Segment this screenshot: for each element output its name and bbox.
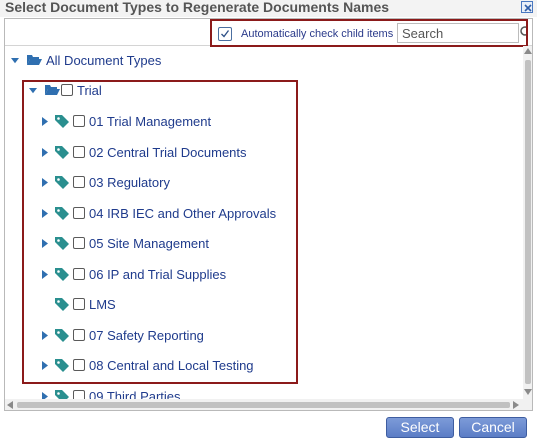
horizontal-scroll-thumb[interactable] xyxy=(17,402,510,408)
folder-open-icon xyxy=(27,55,42,65)
tree-node-checkbox[interactable] xyxy=(73,207,85,219)
tree-node-label: 06 IP and Trial Supplies xyxy=(89,267,227,282)
tree-panel: Automatically check child items All Docu… xyxy=(4,18,533,411)
tree-node-checkbox[interactable] xyxy=(73,329,85,341)
tree-node-all-document-types[interactable]: All Document Types xyxy=(9,52,209,70)
cancel-button[interactable]: Cancel xyxy=(459,417,527,438)
select-button[interactable]: Select xyxy=(386,417,454,438)
dialog-title: Select Document Types to Regenerate Docu… xyxy=(5,0,390,15)
tree-node-item[interactable]: 02 Central Trial Documents xyxy=(41,144,301,162)
tree-node-label: 02 Central Trial Documents xyxy=(89,145,247,160)
caret-down-icon[interactable] xyxy=(11,57,19,66)
tree-node-item[interactable]: 04 IRB IEC and Other Approvals xyxy=(41,205,301,223)
tag-icon xyxy=(55,298,69,311)
tree-node-item[interactable]: 03 Regulatory xyxy=(41,174,301,192)
tag-icon xyxy=(55,176,69,189)
tree-node-item[interactable]: 01 Trial Management xyxy=(41,113,301,131)
tree-node-item[interactable]: LMS xyxy=(41,296,301,314)
vertical-scrollbar[interactable] xyxy=(523,46,532,410)
caret-right-icon[interactable] xyxy=(41,361,49,370)
horizontal-scrollbar[interactable] xyxy=(5,399,523,410)
caret-right-icon[interactable] xyxy=(41,331,49,340)
tag-icon xyxy=(55,146,69,159)
tree-node-label: 05 Site Management xyxy=(89,236,209,251)
tree-node-checkbox[interactable] xyxy=(73,298,85,310)
caret-right-icon[interactable] xyxy=(41,117,49,126)
tree-node-checkbox[interactable] xyxy=(73,237,85,249)
tree-node-label: 04 IRB IEC and Other Approvals xyxy=(89,206,277,221)
tag-icon xyxy=(55,237,69,250)
tree-node-label: 01 Trial Management xyxy=(89,114,212,129)
caret-right-icon[interactable] xyxy=(41,148,49,157)
close-icon[interactable] xyxy=(521,1,533,13)
tree-node-checkbox[interactable] xyxy=(73,176,85,188)
caret-right-icon[interactable] xyxy=(41,239,49,248)
dialog-title-bar: Select Document Types to Regenerate Docu… xyxy=(0,0,537,17)
scroll-up-icon[interactable] xyxy=(524,48,532,54)
caret-right-icon[interactable] xyxy=(41,178,49,187)
scroll-left-icon[interactable] xyxy=(7,401,13,409)
scroll-down-icon[interactable] xyxy=(524,389,532,395)
tag-icon xyxy=(55,329,69,342)
tree-node-label: 03 Regulatory xyxy=(89,175,170,190)
tree-node-item[interactable]: 05 Site Management xyxy=(41,235,301,253)
tree-node-label: All Document Types xyxy=(46,53,162,68)
tree-node-label: 07 Safety Reporting xyxy=(89,328,204,343)
tag-icon xyxy=(55,268,69,281)
tree-node-label: 08 Central and Local Testing xyxy=(89,358,254,373)
vertical-scroll-thumb[interactable] xyxy=(525,60,531,384)
tag-icon xyxy=(55,359,69,372)
tree-node-checkbox[interactable] xyxy=(73,146,85,158)
tree-node-checkbox[interactable] xyxy=(73,268,85,280)
tree-node-item[interactable]: 06 IP and Trial Supplies xyxy=(41,266,301,284)
tree-node-item[interactable]: 08 Central and Local Testing xyxy=(41,357,301,375)
tree-node-label: LMS xyxy=(89,297,116,312)
caret-right-icon[interactable] xyxy=(41,209,49,218)
tree-node-checkbox[interactable] xyxy=(73,115,85,127)
caret-right-icon[interactable] xyxy=(41,270,49,279)
tree-node-item[interactable]: 07 Safety Reporting xyxy=(41,327,301,345)
scroll-right-icon[interactable] xyxy=(513,401,519,409)
tag-icon xyxy=(55,207,69,220)
tag-icon xyxy=(55,115,69,128)
auto-check-highlight xyxy=(210,19,528,47)
tree-node-checkbox[interactable] xyxy=(73,359,85,371)
